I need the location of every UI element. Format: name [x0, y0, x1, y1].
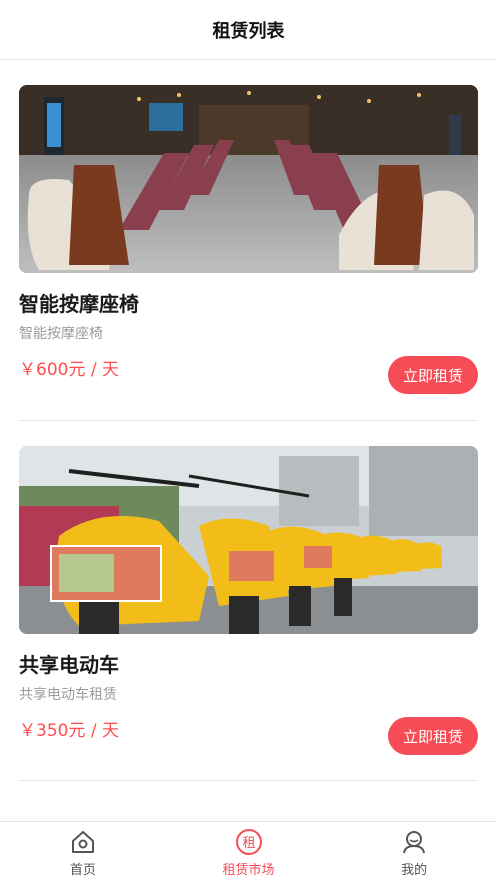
page-title: 租赁列表	[212, 20, 285, 42]
divider	[19, 780, 478, 781]
item-title: 共享电动车	[19, 653, 119, 677]
tab-label: 租赁市场	[222, 863, 275, 878]
item-title: 智能按摩座椅	[19, 292, 139, 316]
profile-icon	[400, 828, 428, 856]
divider	[19, 420, 478, 421]
bottom-tab-bar: 首页 租 租赁市场 我的	[0, 821, 497, 884]
rent-icon: 租	[235, 828, 263, 856]
item-subtitle: 智能按摩座椅	[19, 326, 103, 342]
list-item[interactable]: 智能按摩座椅 智能按摩座椅 ￥600元 / 天 立即租赁	[19, 85, 478, 394]
home-icon	[69, 828, 97, 856]
tab-label: 我的	[401, 863, 428, 878]
svg-text:租: 租	[242, 836, 255, 851]
list-item[interactable]: 共享电动车 共享电动车租赁 ￥350元 / 天 立即租赁	[19, 446, 478, 755]
electric-scooter-photo[interactable]	[19, 446, 478, 634]
item-price: ￥350元 / 天	[19, 721, 119, 741]
top-bar: 租赁列表	[0, 0, 497, 60]
tab-home[interactable]: 首页	[0, 822, 166, 884]
tab-label: 首页	[69, 863, 96, 878]
tab-rent-market[interactable]: 租 租赁市场	[166, 822, 332, 884]
item-subtitle: 共享电动车租赁	[19, 687, 117, 703]
item-price: ￥600元 / 天	[19, 360, 119, 380]
tab-profile[interactable]: 我的	[331, 822, 497, 884]
rent-now-button[interactable]: 立即租赁	[388, 356, 478, 394]
massage-chair-photo[interactable]	[19, 85, 478, 273]
rent-now-button[interactable]: 立即租赁	[388, 717, 478, 755]
